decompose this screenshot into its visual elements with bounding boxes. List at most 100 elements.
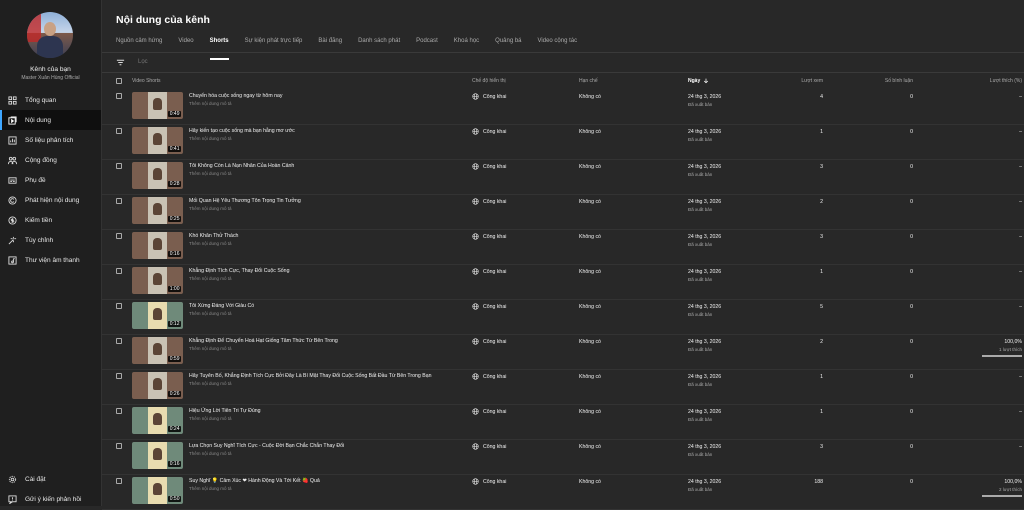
visibility-cell[interactable]: Công khai xyxy=(472,373,506,380)
filter-bar[interactable]: Lọc xyxy=(116,56,148,68)
video-description[interactable]: Thêm nội dung mô tả xyxy=(189,346,232,351)
video-description[interactable]: Thêm nội dung mô tả xyxy=(189,276,232,281)
column-visibility[interactable]: Chế độ hiển thị xyxy=(472,78,506,84)
row-checkbox[interactable] xyxy=(116,163,122,169)
column-comments[interactable]: Số bình luận xyxy=(862,78,913,84)
sidebar-item-audio-library[interactable]: Thư viện âm thanh xyxy=(0,250,101,270)
sidebar-item-customization[interactable]: Tùy chỉnh xyxy=(0,230,101,250)
visibility-cell[interactable]: Công khai xyxy=(472,198,506,205)
row-checkbox[interactable] xyxy=(116,303,122,309)
sidebar-item-subtitles[interactable]: Phụ đề xyxy=(0,170,101,190)
table-row[interactable]: 0:16 Khó Khăn Thử Thách Thêm nội dung mô… xyxy=(102,229,1024,265)
visibility-cell[interactable]: Công khai xyxy=(472,93,506,100)
video-title[interactable]: Hiệu Ứng Lời Tiên Tri Tự Đúng xyxy=(189,408,260,414)
audio-library-icon xyxy=(8,255,17,265)
row-checkbox[interactable] xyxy=(116,373,122,379)
video-title[interactable]: Suy Nghĩ 💡 Cảm Xúc ❤ Hành Động Và Tới Kế… xyxy=(189,478,320,484)
table-row[interactable]: 0:28 Tôi Không Còn Là Nạn Nhân Của Hoàn … xyxy=(102,159,1024,195)
video-description[interactable]: Thêm nội dung mô tả xyxy=(189,171,232,176)
video-title[interactable]: Lựa Chọn Suy Nghĩ Tích Cực - Cuộc Đời Bạ… xyxy=(189,443,344,449)
column-views[interactable]: Lượt xem xyxy=(782,78,823,84)
row-checkbox[interactable] xyxy=(116,198,122,204)
row-checkbox[interactable] xyxy=(116,93,122,99)
column-restrictions[interactable]: Hạn chế xyxy=(579,78,598,84)
table-row[interactable]: 0:12 Tôi Xứng Đáng Với Giàu Có Thêm nội … xyxy=(102,299,1024,335)
visibility-cell[interactable]: Công khai xyxy=(472,303,506,310)
video-title[interactable]: Khẳng Định Tích Cực, Thay Đổi Cuộc Sống xyxy=(189,268,289,274)
visibility-cell[interactable]: Công khai xyxy=(472,408,506,415)
row-checkbox[interactable] xyxy=(116,478,122,484)
video-thumbnail[interactable]: 0:28 xyxy=(132,162,183,189)
globe-icon xyxy=(472,338,479,345)
video-thumbnail[interactable]: 0:16 xyxy=(132,442,183,469)
table-row[interactable]: 0:16 Lựa Chọn Suy Nghĩ Tích Cực - Cuộc Đ… xyxy=(102,439,1024,475)
video-thumbnail[interactable]: 0:50 xyxy=(132,477,183,504)
video-description[interactable]: Thêm nội dung mô tả xyxy=(189,486,232,491)
video-thumbnail[interactable]: 0:49 xyxy=(132,92,183,119)
video-thumbnail[interactable]: 0:41 xyxy=(132,127,183,154)
sidebar-item-feedback[interactable]: Gửi ý kiến phản hồi xyxy=(0,489,101,509)
row-checkbox[interactable] xyxy=(116,233,122,239)
row-checkbox[interactable] xyxy=(116,268,122,274)
table-row[interactable]: 0:26 Hãy Tuyên Bố, Khẳng Định Tích Cực B… xyxy=(102,369,1024,405)
video-description[interactable]: Thêm nội dung mô tả xyxy=(189,311,232,316)
video-description[interactable]: Thêm nội dung mô tả xyxy=(189,101,232,106)
sidebar-item-content-detection[interactable]: Phát hiện nội dung xyxy=(0,190,101,210)
table-row[interactable]: 0:24 Hiệu Ứng Lời Tiên Tri Tự Đúng Thêm … xyxy=(102,404,1024,440)
video-title[interactable]: Hãy Tuyên Bố, Khẳng Định Tích Cực Bởi Đâ… xyxy=(189,373,431,379)
select-all-checkbox[interactable] xyxy=(116,78,122,84)
table-row[interactable]: 1:00 Khẳng Định Tích Cực, Thay Đổi Cuộc … xyxy=(102,264,1024,300)
date-cell: 24 thg 3, 2026 xyxy=(688,269,722,275)
globe-icon xyxy=(472,373,479,380)
video-thumbnail[interactable]: 0:16 xyxy=(132,232,183,259)
video-title[interactable]: Hãy kiến tạo cuộc sống mà bạn hằng mơ ướ… xyxy=(189,128,295,134)
visibility-cell[interactable]: Công khai xyxy=(472,233,506,240)
video-title[interactable]: Tôi Xứng Đáng Với Giàu Có xyxy=(189,303,254,309)
filter-icon[interactable] xyxy=(116,58,125,67)
channel-avatar[interactable] xyxy=(27,12,73,58)
video-thumbnail[interactable]: 0:25 xyxy=(132,197,183,224)
row-checkbox[interactable] xyxy=(116,443,122,449)
video-thumbnail[interactable]: 0:26 xyxy=(132,372,183,399)
video-description[interactable]: Thêm nội dung mô tả xyxy=(189,451,232,456)
video-description[interactable]: Thêm nội dung mô tả xyxy=(189,381,232,386)
video-thumbnail[interactable]: 0:12 xyxy=(132,302,183,329)
video-title[interactable]: Tôi Không Còn Là Nạn Nhân Của Hoàn Cảnh xyxy=(189,163,294,169)
video-description[interactable]: Thêm nội dung mô tả xyxy=(189,416,232,421)
video-title[interactable]: Khẳng Định Để Chuyển Hoá Hạt Giống Tâm T… xyxy=(189,338,338,344)
video-title[interactable]: Chuyển hóa cuộc sống ngay từ hôm nay xyxy=(189,93,282,99)
table-row[interactable]: 0:41 Hãy kiến tạo cuộc sống mà bạn hằng … xyxy=(102,124,1024,160)
visibility-cell[interactable]: Công khai xyxy=(472,128,506,135)
sidebar-item-content[interactable]: Nội dung xyxy=(0,110,101,130)
video-thumbnail[interactable]: 0:59 xyxy=(132,337,183,364)
video-description[interactable]: Thêm nội dung mô tả xyxy=(189,206,232,211)
sidebar-item-monetization[interactable]: Kiếm tiền xyxy=(0,210,101,230)
table-row[interactable]: 0:25 Mối Quan Hệ Yêu Thương Tôn Trọng Ti… xyxy=(102,194,1024,230)
column-likes[interactable]: Lượt thích (%) xyxy=(962,78,1022,84)
row-checkbox[interactable] xyxy=(116,408,122,414)
sidebar-item-dashboard[interactable]: Tổng quan xyxy=(0,90,101,110)
video-thumbnail[interactable]: 0:24 xyxy=(132,407,183,434)
video-title[interactable]: Mối Quan Hệ Yêu Thương Tôn Trọng Tin Tưở… xyxy=(189,198,301,204)
column-date[interactable]: Ngày xyxy=(688,78,709,84)
sidebar-item-community[interactable]: Cộng đồng xyxy=(0,150,101,170)
video-title[interactable]: Khó Khăn Thử Thách xyxy=(189,233,238,239)
filter-input[interactable]: Lọc xyxy=(138,59,148,65)
table-row[interactable]: 0:59 Khẳng Định Để Chuyển Hoá Hạt Giống … xyxy=(102,334,1024,370)
visibility-cell[interactable]: Công khai xyxy=(472,163,506,170)
column-video[interactable]: Video Shorts xyxy=(132,78,161,84)
visibility-cell[interactable]: Công khai xyxy=(472,478,506,485)
table-row[interactable]: 0:50 Suy Nghĩ 💡 Cảm Xúc ❤ Hành Động Và T… xyxy=(102,474,1024,510)
visibility-cell[interactable]: Công khai xyxy=(472,338,506,345)
sidebar-item-analytics[interactable]: Số liệu phân tích xyxy=(0,130,101,150)
row-checkbox[interactable] xyxy=(116,338,122,344)
visibility-cell[interactable]: Công khai xyxy=(472,268,506,275)
row-checkbox[interactable] xyxy=(116,128,122,134)
table-row[interactable]: 0:49 Chuyển hóa cuộc sống ngay từ hôm na… xyxy=(102,89,1024,125)
likes-cell: – xyxy=(1019,374,1022,380)
sidebar-item-settings[interactable]: Cài đặt xyxy=(0,469,101,489)
visibility-cell[interactable]: Công khai xyxy=(472,443,506,450)
video-description[interactable]: Thêm nội dung mô tả xyxy=(189,136,232,141)
video-description[interactable]: Thêm nội dung mô tả xyxy=(189,241,232,246)
video-thumbnail[interactable]: 1:00 xyxy=(132,267,183,294)
